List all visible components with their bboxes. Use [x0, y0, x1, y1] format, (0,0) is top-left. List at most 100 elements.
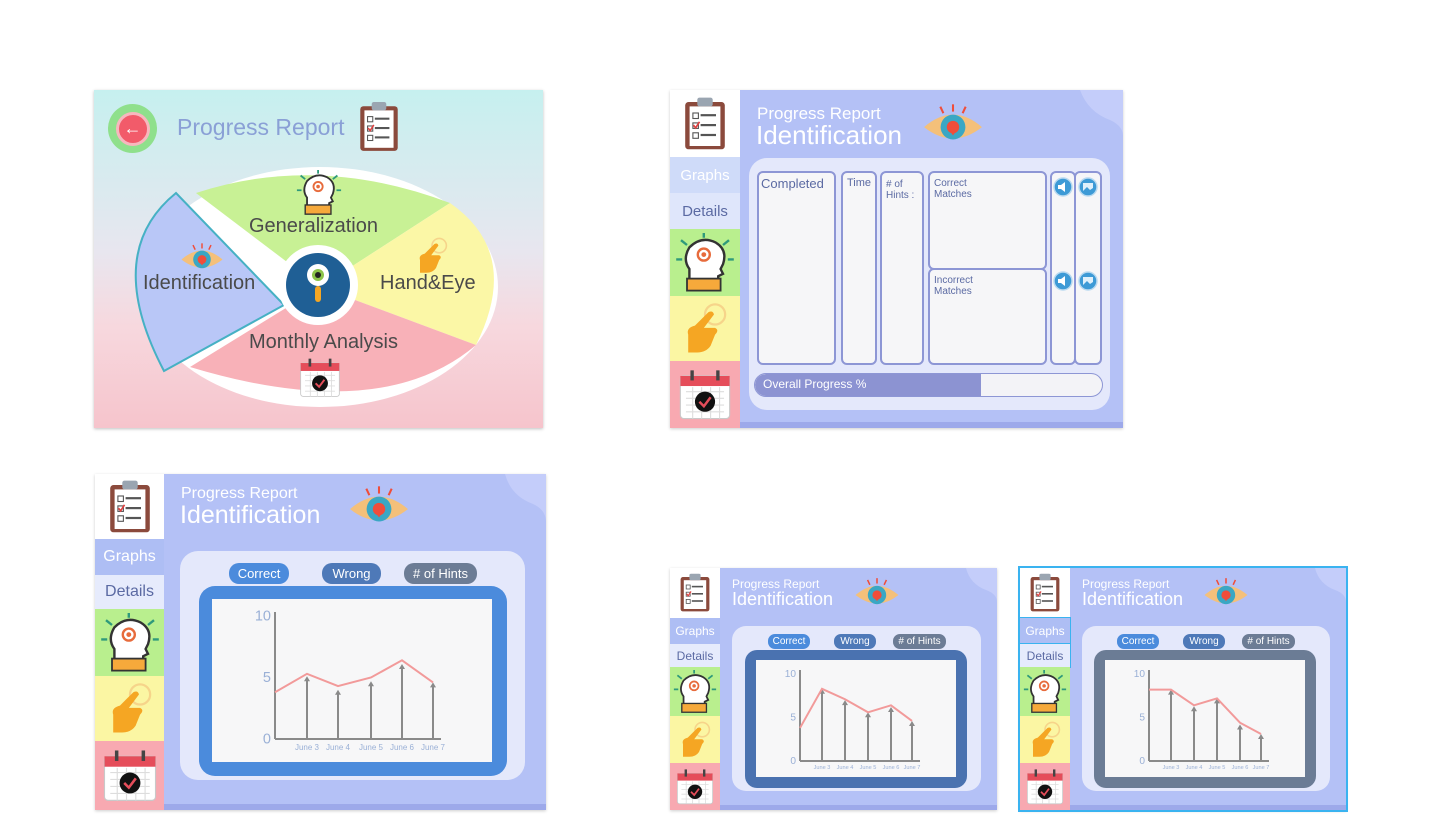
- hints-button[interactable]: # of Hints: [1242, 634, 1295, 649]
- hand-eye-label: Hand&Eye: [380, 272, 476, 294]
- x-date-label: June 3: [1163, 765, 1180, 771]
- progress-menu-screen: ← Progress Report Generalization Hand&Ey…: [94, 90, 543, 428]
- time-label: Time: [847, 177, 872, 189]
- sidebar-item-monthly[interactable]: [670, 361, 740, 428]
- correct-button[interactable]: Correct: [229, 563, 289, 584]
- tab-details[interactable]: Details: [95, 575, 164, 609]
- x-date-label: June 4: [837, 765, 854, 771]
- series-line: [274, 659, 434, 694]
- clipboard-icon: [358, 101, 400, 153]
- completed-column: [757, 171, 836, 365]
- speaker-icon[interactable]: [1053, 177, 1073, 197]
- x-date-label: June 6: [390, 743, 415, 752]
- y-tick-label: 10: [1134, 669, 1146, 680]
- line-chart: 0 5 10 June 3 June 4 June 5 June 6 June 7: [785, 669, 921, 771]
- bar-arrow-head: [335, 689, 341, 695]
- overall-progress-label: Overall Progress %: [763, 377, 867, 391]
- tab-graphs[interactable]: Graphs: [95, 539, 164, 575]
- x-date-label: June 4: [1186, 765, 1203, 771]
- report-title: Identification: [756, 120, 902, 150]
- x-date-label: June 3: [295, 743, 320, 752]
- identification-eye-icon: [854, 578, 900, 609]
- sidebar-item-monthly[interactable]: [1020, 763, 1070, 810]
- tab-graphs[interactable]: Graphs: [670, 618, 720, 644]
- x-date-label: June 5: [1209, 765, 1226, 771]
- x-date-label: June 5: [860, 765, 877, 771]
- wrong-button[interactable]: Wrong: [1183, 634, 1225, 649]
- sidebar-item-generalization[interactable]: [670, 229, 740, 296]
- y-tick-label: 10: [785, 669, 797, 680]
- x-date-label: June 7: [1253, 765, 1270, 771]
- bar-arrow-head: [1258, 734, 1264, 740]
- picture-icon[interactable]: [1078, 271, 1098, 291]
- calendar-icon: [100, 747, 160, 805]
- calendar-icon: [675, 367, 735, 423]
- line-chart: 0 5 10 June 3 June 4 June 5 June 6 June 7: [255, 609, 446, 753]
- bar-arrow-head: [1191, 706, 1197, 712]
- y-tick-label: 5: [263, 670, 271, 686]
- hand-eye-icon: [102, 681, 158, 737]
- sidebar-item-monthly[interactable]: [670, 763, 720, 810]
- sidebar-item-generalization[interactable]: [670, 667, 720, 716]
- generalization-head-icon: [673, 670, 717, 714]
- page-title: Progress Report: [177, 114, 345, 140]
- sidebar-item-generalization[interactable]: [1020, 667, 1070, 716]
- back-button[interactable]: ←: [108, 104, 157, 153]
- hints-button[interactable]: # of Hints: [893, 634, 946, 649]
- x-date-label: June 6: [883, 765, 900, 771]
- hints-label: # of Hints :: [886, 179, 915, 201]
- bar-arrow-head: [909, 720, 915, 726]
- x-date-label: June 6: [1232, 765, 1249, 771]
- tab-details[interactable]: Details: [670, 644, 720, 667]
- speaker-icon[interactable]: [1053, 271, 1073, 291]
- hints-button[interactable]: # of Hints: [404, 563, 477, 584]
- wrong-button[interactable]: Wrong: [834, 634, 876, 649]
- y-tick-label: 0: [1139, 756, 1145, 767]
- monthly-analysis-label: Monthly Analysis: [249, 331, 398, 353]
- clipboard-icon: [683, 96, 727, 152]
- tab-details[interactable]: Details: [670, 193, 740, 229]
- sidebar: Graphs Details: [1020, 568, 1071, 810]
- sidebar-item-monthly[interactable]: [95, 741, 164, 810]
- sidebar-item-hand-eye[interactable]: [670, 296, 740, 361]
- sidebar-clipboard: [670, 90, 740, 157]
- identification-eye-icon: [1203, 578, 1249, 609]
- tab-graphs[interactable]: Graphs: [1020, 617, 1071, 645]
- hand-eye-icon: [677, 301, 733, 357]
- identification-eye-icon: [922, 104, 984, 146]
- sidebar-item-hand-eye[interactable]: [1020, 716, 1070, 763]
- series-line: [1149, 688, 1262, 735]
- y-tick-label: 5: [790, 713, 796, 724]
- report-title: Identification: [732, 589, 834, 609]
- identification-eye-icon: [180, 243, 224, 273]
- generalization-label: Generalization: [249, 215, 378, 237]
- sidebar-item-hand-eye[interactable]: [95, 676, 164, 741]
- graph-screen-small-1: Graphs Details Progress Report Identific…: [670, 568, 997, 810]
- completed-label: Completed: [761, 176, 824, 191]
- line-chart: 0 5 10 June 3 June 4 June 5 June 6 June 7: [1134, 669, 1270, 771]
- sidebar-item-generalization[interactable]: [95, 609, 164, 676]
- correct-matches-label: Correct Matches: [934, 178, 972, 200]
- time-column: [841, 171, 877, 365]
- identification-eye-icon: [348, 486, 410, 528]
- wrong-button[interactable]: Wrong: [322, 563, 381, 584]
- clipboard-icon: [1029, 572, 1061, 614]
- correct-button[interactable]: Correct: [1117, 634, 1159, 649]
- picture-icon[interactable]: [1078, 177, 1098, 197]
- bar-arrow-head: [304, 676, 310, 682]
- y-tick-label: 10: [255, 609, 271, 625]
- correct-button[interactable]: Correct: [768, 634, 810, 649]
- bar-arrow-head: [430, 682, 436, 688]
- generalization-head-icon: [1023, 670, 1067, 714]
- hand-eye-icon: [675, 720, 715, 760]
- sidebar-item-hand-eye[interactable]: [670, 716, 720, 763]
- image-column: [1074, 171, 1102, 365]
- sidebar: Graphs Details: [95, 474, 164, 810]
- series-line: [799, 687, 913, 729]
- tab-graphs[interactable]: Graphs: [670, 157, 740, 193]
- sidebar: Graphs Details: [670, 90, 740, 428]
- x-date-label: June 7: [421, 743, 446, 752]
- clipboard-icon: [679, 572, 711, 614]
- clipboard-icon: [108, 479, 152, 535]
- tab-details[interactable]: Details: [1020, 643, 1071, 668]
